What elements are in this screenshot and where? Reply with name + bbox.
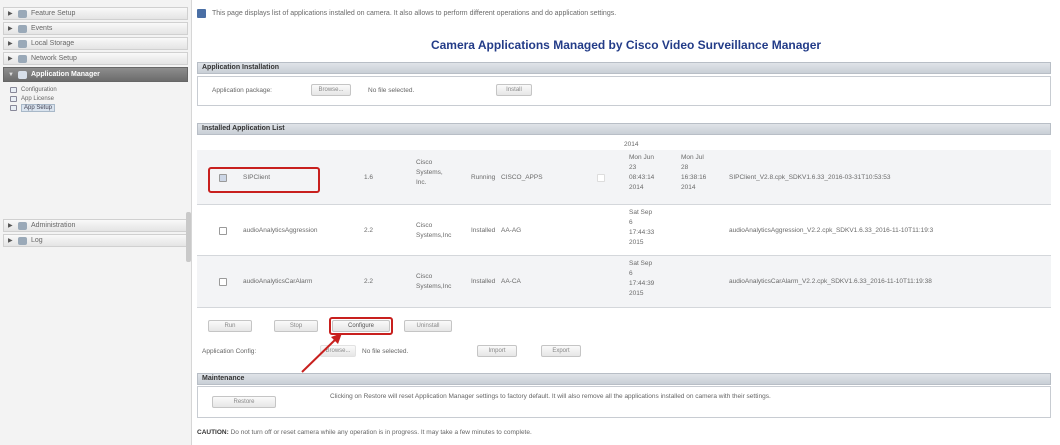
start-time: Mon Jun 23 08:43:14 2014: [629, 154, 655, 191]
sidebar: ▶ Feature Setup ▶ Events ▶ Local Storage…: [0, 0, 192, 445]
sub-item-app-license[interactable]: App License: [10, 94, 54, 103]
app-status: Installed: [471, 227, 496, 234]
intro-text: This page displays list of applications …: [212, 10, 617, 17]
app-status: Installed: [471, 278, 496, 285]
install-button[interactable]: Install: [496, 84, 532, 96]
package-file: SIPClient_V2.8.cpk_SDKV1.6.33_2016-03-31…: [729, 174, 891, 181]
restore-button[interactable]: Restore: [212, 396, 276, 408]
sub-item-label: App License: [21, 95, 55, 102]
maintenance-text: Clicking on Restore will reset Applicati…: [330, 393, 771, 400]
app-user: CISCO_APPS: [501, 174, 543, 181]
sidebar-scrollbar[interactable]: [186, 212, 191, 262]
nav-label: Local Storage: [31, 40, 75, 47]
expand-arrow-icon: ▶: [8, 223, 13, 229]
uninstall-button[interactable]: Uninstall: [404, 320, 452, 332]
app-manager-icon: [18, 70, 27, 79]
sub-item-app-setup[interactable]: App Setup: [10, 103, 56, 112]
import-button[interactable]: Import: [477, 345, 517, 357]
nav-label: Feature Setup: [31, 10, 76, 17]
expand-arrow-icon: ▶: [8, 26, 13, 32]
admin-icon: [18, 221, 27, 230]
caution-text: Do not turn off or reset camera while an…: [230, 429, 532, 436]
row-checkbox[interactable]: [219, 278, 227, 286]
app-list-header: Installed Application List: [197, 123, 1051, 135]
app-name: audioAnalyticsCarAlarm: [243, 278, 313, 285]
app-user: AA-CA: [501, 278, 521, 285]
nav-label: Application Manager: [31, 71, 100, 78]
app-name: audioAnalyticsAggression: [243, 227, 318, 234]
intro-line: This page displays list of applications …: [197, 9, 616, 18]
sub-item-label: Configuration: [21, 86, 57, 93]
nav-item-local-storage[interactable]: ▶ Local Storage: [3, 37, 188, 50]
nav-item-events[interactable]: ▶ Events: [3, 22, 188, 35]
app-version: 1.6: [364, 174, 374, 181]
page-title: Camera Applications Managed by Cisco Vid…: [430, 38, 822, 52]
end-time: Mon Jul 28 16:38:16 2014: [681, 154, 707, 191]
nav-item-feature-setup[interactable]: ▶ Feature Setup: [3, 7, 188, 20]
app-setup-icon: [10, 104, 17, 111]
nav-label: Administration: [31, 222, 76, 229]
expand-arrow-icon: ▶: [8, 11, 13, 17]
browse-config-button[interactable]: Browse...: [320, 345, 356, 357]
caution-note: CAUTION: Do not turn off or reset camera…: [197, 429, 532, 436]
maintenance-box: Restore Clicking on Restore will reset A…: [197, 386, 1051, 418]
collapse-arrow-icon: ▼: [8, 71, 14, 78]
app-vendor: Cisco Systems,Inc: [416, 273, 452, 290]
app-vendor: Cisco Systems,Inc: [416, 222, 452, 239]
nav-item-log[interactable]: ▶ Log: [3, 234, 188, 247]
configuration-icon: [10, 86, 17, 93]
install-box: Application package: Browse... No file s…: [197, 76, 1051, 106]
events-icon: [18, 24, 27, 33]
nav-label: Log: [31, 237, 43, 244]
network-icon: [18, 54, 27, 63]
app-version: 2.2: [364, 278, 374, 285]
storage-icon: [18, 39, 27, 48]
stop-button[interactable]: Stop: [274, 320, 318, 332]
nav-label: Network Setup: [31, 55, 77, 62]
main-content: This page displays list of applications …: [192, 0, 1060, 445]
info-icon: [197, 9, 206, 18]
expand-arrow-icon: ▶: [8, 238, 13, 244]
nav-item-administration[interactable]: ▶ Administration: [3, 219, 188, 232]
sub-item-label: App Setup: [21, 103, 56, 112]
feature-icon: [18, 9, 27, 18]
app-user: AA-AG: [501, 227, 522, 234]
table-row[interactable]: audioAnalyticsCarAlarm 2.2 Cisco Systems,…: [197, 256, 1051, 308]
row-checkbox[interactable]: [219, 227, 227, 235]
browse-package-button[interactable]: Browse...: [311, 84, 351, 96]
app-vendor: Cisco Systems, Inc.: [416, 159, 443, 186]
install-section-header: Application Installation: [197, 62, 1051, 74]
expand-arrow-icon: ▶: [8, 56, 13, 62]
app-name: SIPClient: [243, 174, 271, 181]
row-checkbox[interactable]: [219, 174, 227, 182]
sub-item-configuration[interactable]: Configuration: [10, 85, 57, 94]
export-button[interactable]: Export: [541, 345, 581, 357]
table-row[interactable]: audioAnalyticsAggression 2.2 Cisco System…: [197, 205, 1051, 256]
package-file: audioAnalyticsCarAlarm_V2.2.cpk_SDKV1.6.…: [729, 278, 932, 285]
license-icon: [10, 95, 17, 102]
package-file-status: No file selected.: [368, 87, 415, 94]
row-option-checkbox[interactable]: [597, 174, 605, 182]
nav-label: Events: [31, 25, 53, 32]
caution-label: CAUTION:: [197, 429, 229, 436]
expand-arrow-icon: ▶: [8, 41, 13, 47]
start-time: Sat Sep 6 17:44:33 2015: [629, 209, 655, 246]
config-file-status: No file selected.: [362, 348, 409, 355]
app-version: 2.2: [364, 227, 374, 234]
run-button[interactable]: Run: [208, 320, 252, 332]
nav-item-application-manager[interactable]: ▼ Application Manager: [3, 67, 188, 82]
app-status: Running: [471, 174, 496, 181]
date-fragment: 2014: [624, 141, 639, 148]
log-icon: [18, 236, 27, 245]
package-file: audioAnalyticsAggression_V2.2.cpk_SDKV1.…: [729, 227, 934, 234]
maintenance-header: Maintenance: [197, 373, 1051, 385]
configure-button[interactable]: Configure: [332, 320, 390, 332]
nav-item-network-setup[interactable]: ▶ Network Setup: [3, 52, 188, 65]
config-label: Application Config:: [202, 348, 257, 355]
package-label: Application package:: [212, 87, 272, 94]
start-time: Sat Sep 6 17:44:39 2015: [629, 260, 655, 297]
table-row[interactable]: SIPClient 1.6 Cisco Systems, Inc. Running …: [197, 150, 1051, 205]
